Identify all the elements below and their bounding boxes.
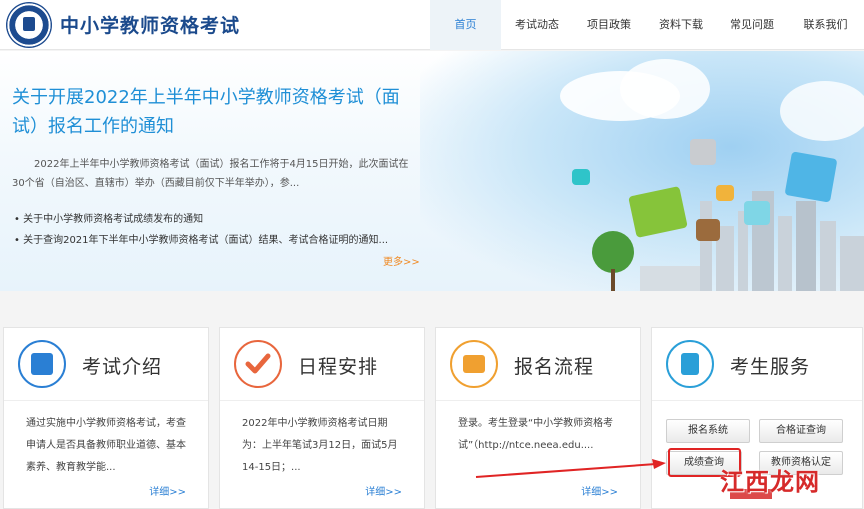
city-building <box>640 266 700 291</box>
certificate-query-button[interactable]: 合格证查询 <box>759 419 843 443</box>
card-title[interactable]: 考试介绍 <box>82 352 162 379</box>
news-item[interactable]: 关于中小学教师资格考试成绩发布的通知 <box>14 209 414 230</box>
card-title[interactable]: 考生服务 <box>730 352 810 379</box>
city-building <box>820 221 836 291</box>
news-list: 关于中小学教师资格考试成绩发布的通知 关于查询2021年下半年中小学教师资格考试… <box>14 209 414 251</box>
nav-home[interactable]: 首页 <box>430 0 501 50</box>
site-logo-seal[interactable] <box>6 2 52 48</box>
nav-downloads[interactable]: 资料下载 <box>645 0 717 50</box>
card-description: 登录。考生登录“中小学教师资格考试”（http://ntce.neea.edu.… <box>458 418 614 451</box>
watermark-logo: 江西龙网 <box>720 468 820 496</box>
tree-illustration <box>592 231 634 273</box>
cloud-shape <box>780 81 864 141</box>
cube-illustration <box>690 139 716 165</box>
site-title[interactable]: 中小学教师资格考试 <box>60 11 240 38</box>
card-more-link[interactable]: 详细>> <box>149 483 186 498</box>
divider <box>436 400 640 401</box>
cube-illustration <box>572 169 590 185</box>
contacts-book-icon <box>666 340 714 388</box>
hero-banner: 关于开展2022年上半年中小学教师资格考试（面试）报名工作的通知 2022年上半… <box>0 51 864 291</box>
city-building <box>796 201 816 291</box>
card-description: 通过实施中小学教师资格考试，考查申请人是否具备教师职业道德、基本素养、教育教学能… <box>26 418 186 473</box>
site-header: 中小学教师资格考试 首页 考试动态 项目政策 资料下载 常见问题 联系我们 <box>0 0 864 50</box>
tree-trunk <box>611 269 615 291</box>
headline-summary: 2022年上半年中小学教师资格考试（面试）报名工作将于4月15日开始，此次面试在… <box>12 159 409 189</box>
card-registration: 报名流程 登录。考生登录“中小学教师资格考试”（http://ntce.neea… <box>435 327 641 509</box>
divider <box>220 400 424 401</box>
registration-system-button[interactable]: 报名系统 <box>666 419 750 443</box>
cube-illustration <box>696 219 720 241</box>
main-nav: 首页 考试动态 项目政策 资料下载 常见问题 联系我们 <box>430 0 864 50</box>
card-more-link[interactable]: 详细>> <box>581 483 618 498</box>
card-description: 2022年中小学教师资格考试日期为：上半年笔试3月12日，面试5月14-15日；… <box>242 418 398 473</box>
headline-link[interactable]: 关于开展2022年上半年中小学教师资格考试（面试）报名工作的通知 <box>12 83 412 141</box>
card-exam-intro: 考试介绍 通过实施中小学教师资格考试，考查申请人是否具备教师职业道德、基本素养、… <box>3 327 209 509</box>
document-edit-icon <box>18 340 66 388</box>
nav-policy[interactable]: 项目政策 <box>573 0 645 50</box>
cube-illustration <box>744 201 770 225</box>
city-building <box>840 236 864 291</box>
card-more-link[interactable]: 详细>> <box>365 483 402 498</box>
news-item[interactable]: 关于查询2021年下半年中小学教师资格考试（面试）结果、考试合格证明的通知... <box>14 230 414 251</box>
card-title[interactable]: 日程安排 <box>298 352 378 379</box>
city-building <box>778 216 792 291</box>
cube-illustration <box>784 151 838 203</box>
annotation-arrow <box>475 459 666 478</box>
city-building <box>700 201 712 291</box>
nav-exam-news[interactable]: 考试动态 <box>501 0 573 50</box>
divider <box>4 400 208 401</box>
registration-form-icon <box>450 340 498 388</box>
nav-contact[interactable]: 联系我们 <box>787 0 864 50</box>
nav-faq[interactable]: 常见问题 <box>717 0 787 50</box>
card-schedule: 日程安排 2022年中小学教师资格考试日期为：上半年笔试3月12日，面试5月14… <box>219 327 425 509</box>
checkmark-icon <box>234 340 282 388</box>
cloud-shape <box>620 59 710 119</box>
card-title[interactable]: 报名流程 <box>514 352 594 379</box>
divider <box>652 400 862 401</box>
cube-illustration <box>716 185 734 201</box>
more-news-link[interactable]: 更多>> <box>383 253 420 268</box>
